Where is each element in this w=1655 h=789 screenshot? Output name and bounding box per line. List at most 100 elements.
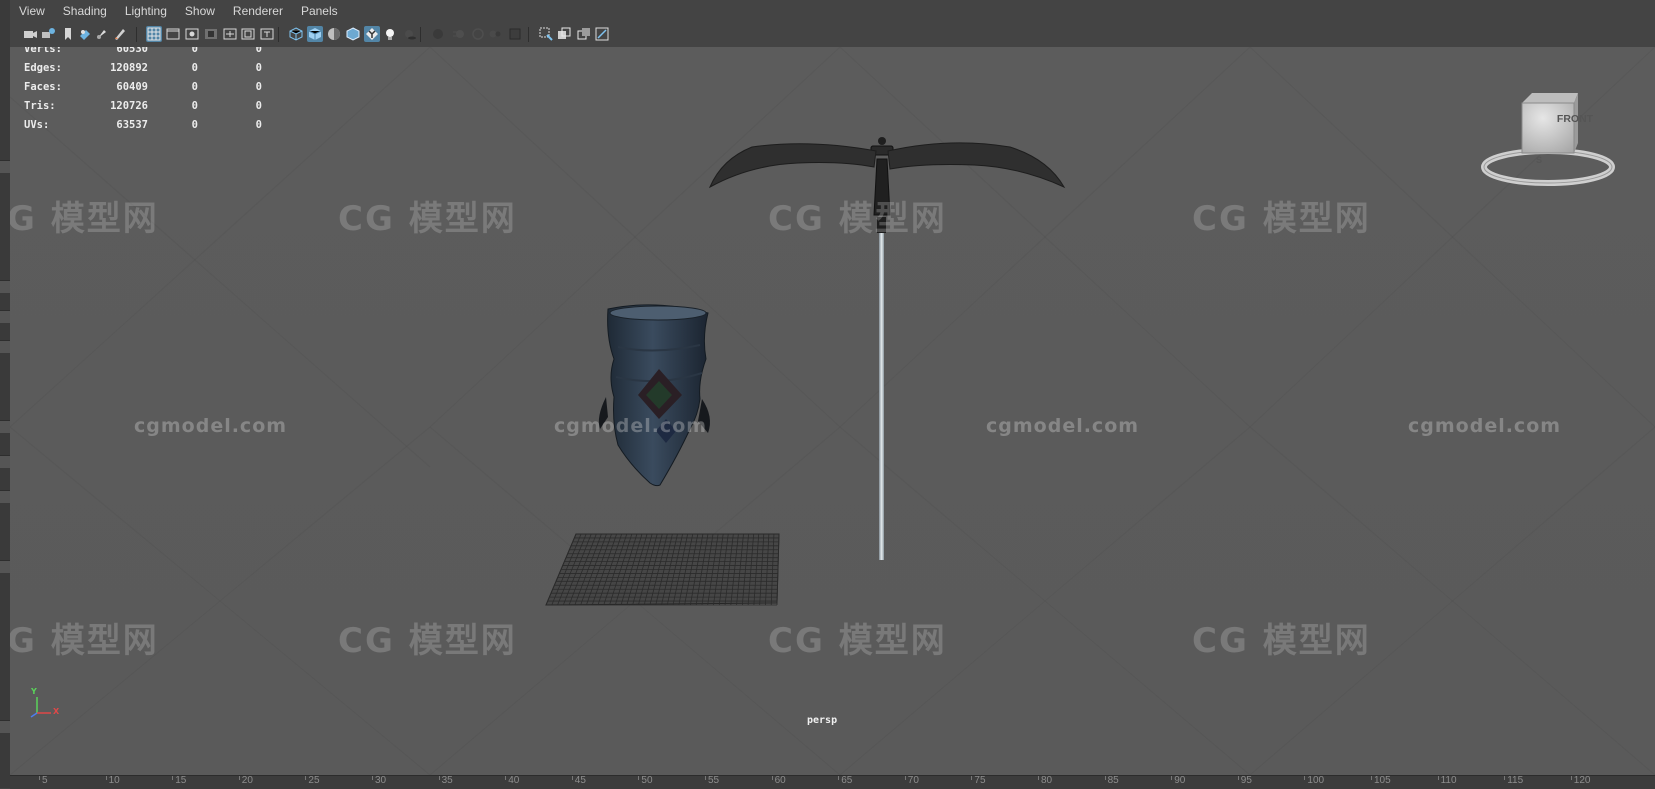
bookmark-icon[interactable] bbox=[60, 26, 76, 42]
screen-space-ao-icon[interactable] bbox=[430, 26, 446, 42]
shelf-tab[interactable] bbox=[0, 340, 10, 353]
safe-title-icon[interactable] bbox=[259, 26, 275, 42]
time-slider-ruler[interactable]: 5 10 15 20 25 30 35 40 45 50 55 60 65 70 75 80 85 90 95 100… bbox=[10, 775, 1655, 789]
hud-label: UVs: bbox=[24, 119, 50, 131]
ruler-tick bbox=[39, 776, 40, 780]
shelf-tab[interactable] bbox=[0, 720, 10, 733]
panel-menu-bar: View Shading Lighting Show Renderer Panels bbox=[10, 0, 1655, 22]
watermark-url: cgmodel.com bbox=[554, 415, 708, 437]
textured-icon[interactable] bbox=[364, 26, 380, 42]
shelf-tab[interactable] bbox=[0, 310, 10, 323]
menu-lighting[interactable]: Lighting bbox=[116, 0, 176, 22]
hud-component-count: 0 bbox=[255, 47, 262, 55]
ruler-tick bbox=[1437, 776, 1439, 780]
shelf-tab[interactable] bbox=[0, 420, 10, 433]
xray-active-components-icon[interactable] bbox=[556, 26, 572, 42]
hud-component-count: 0 bbox=[255, 119, 262, 131]
menu-show[interactable]: Show bbox=[176, 0, 224, 22]
shadows-icon[interactable] bbox=[402, 26, 418, 42]
ruler-tick bbox=[1304, 776, 1306, 780]
field-chart-icon[interactable] bbox=[222, 26, 238, 42]
ruler-frame-number: 110 bbox=[1440, 775, 1457, 786]
grid-icon[interactable] bbox=[146, 26, 162, 42]
ruler-frame-number: 115 bbox=[1507, 775, 1524, 786]
grease-pencil-icon[interactable] bbox=[112, 26, 128, 42]
ruler-tick bbox=[105, 776, 107, 780]
film-gate-icon[interactable] bbox=[165, 26, 181, 42]
3d-viewport[interactable]: CG 模型网 CG 模型网 CG 模型网 CG 模型网 CG 模型网 CG 模型网 CG 模… bbox=[10, 47, 1655, 775]
exposure-icon[interactable] bbox=[594, 26, 610, 42]
use-all-lights-icon[interactable] bbox=[382, 26, 398, 42]
ruler-frame-number: 120 bbox=[1573, 775, 1591, 786]
shelf-tab[interactable] bbox=[0, 455, 10, 468]
shelf-tab[interactable] bbox=[0, 280, 10, 293]
shelf-tab[interactable] bbox=[0, 490, 10, 503]
hud-selected-count: 0 bbox=[191, 81, 198, 93]
ruler-tick bbox=[705, 776, 706, 780]
scene-render bbox=[10, 47, 1655, 775]
multisample-aa-icon[interactable] bbox=[470, 26, 486, 42]
shelf-tab[interactable] bbox=[0, 160, 10, 173]
panel-toolbar bbox=[10, 22, 1655, 48]
shelf-tab[interactable] bbox=[0, 560, 10, 573]
ruler-tick bbox=[1038, 776, 1039, 780]
motion-blur-icon[interactable] bbox=[451, 26, 467, 42]
2d-pan-zoom-icon[interactable] bbox=[94, 26, 110, 42]
ruler-tick bbox=[305, 776, 307, 780]
maya-viewport-panel: View Shading Lighting Show Renderer Panels bbox=[0, 0, 1655, 789]
hud-selected-count: 0 bbox=[191, 119, 198, 131]
hud-component-count: 0 bbox=[255, 100, 262, 112]
select-camera-icon[interactable] bbox=[22, 26, 38, 42]
menu-view[interactable]: View bbox=[10, 0, 54, 22]
ruler-tick bbox=[1104, 776, 1106, 780]
hud-object-count: 120892 bbox=[110, 62, 148, 74]
xray-icon[interactable] bbox=[507, 26, 523, 42]
ruler-tick bbox=[638, 776, 640, 780]
hud-object-count: 60530 bbox=[116, 47, 148, 55]
ruler-frame-number: 85 bbox=[1107, 775, 1119, 786]
image-plane-icon[interactable] bbox=[77, 26, 93, 42]
ruler-tick bbox=[505, 776, 507, 780]
resolution-gate-icon[interactable] bbox=[184, 26, 200, 42]
ruler-frame-number: 80 bbox=[1041, 775, 1053, 786]
smooth-shade-icon[interactable] bbox=[307, 26, 323, 42]
camera-attributes-icon[interactable] bbox=[40, 26, 56, 42]
ruler-frame-number: 10 bbox=[108, 775, 120, 786]
default-material-icon[interactable] bbox=[326, 26, 342, 42]
hud-object-count: 63537 bbox=[116, 119, 148, 131]
view-cube-front-label[interactable]: FRONT bbox=[1549, 113, 1601, 125]
safe-action-icon[interactable] bbox=[240, 26, 256, 42]
hud-selected-count: 0 bbox=[191, 62, 198, 74]
ruler-frame-number: 40 bbox=[508, 775, 520, 786]
grid-plane-model bbox=[545, 533, 780, 606]
menu-renderer[interactable]: Renderer bbox=[224, 0, 292, 22]
ruler-tick bbox=[238, 776, 240, 780]
xray-joints-icon[interactable] bbox=[576, 26, 592, 42]
ruler-tick bbox=[904, 776, 906, 780]
wireframe-icon[interactable] bbox=[288, 26, 304, 42]
watermark-cn: CG 模型网 bbox=[1192, 199, 1371, 239]
watermark-url: cgmodel.com bbox=[986, 415, 1140, 437]
ruler-frame-number: 105 bbox=[1374, 775, 1391, 786]
toolbar-separator bbox=[528, 27, 529, 42]
hud-component-count: 0 bbox=[255, 62, 262, 74]
watermark-url: cgmodel.com bbox=[134, 415, 288, 437]
ruler-frame-number: 35 bbox=[441, 775, 453, 786]
watermark-cn: CG 模型网 bbox=[1192, 621, 1371, 661]
ruler-frame-number: 25 bbox=[308, 775, 320, 786]
menu-shading[interactable]: Shading bbox=[54, 0, 116, 22]
ruler-tick bbox=[771, 776, 773, 780]
wireframe-on-shaded-icon[interactable] bbox=[345, 26, 361, 42]
gate-mask-icon[interactable] bbox=[203, 26, 219, 42]
view-cube-south-label[interactable]: S bbox=[1536, 155, 1542, 165]
ruler-tick bbox=[372, 776, 373, 780]
ruler-tick bbox=[571, 776, 573, 780]
hud-selected-count: 0 bbox=[191, 47, 198, 55]
ruler-frame-number: 60 bbox=[774, 775, 786, 786]
isolate-select-icon[interactable] bbox=[538, 26, 554, 42]
menu-panels[interactable]: Panels bbox=[292, 0, 347, 22]
toolbar-separator bbox=[278, 27, 279, 42]
hud-label: Verts: bbox=[24, 47, 62, 55]
depth-of-field-icon[interactable] bbox=[487, 26, 503, 42]
ruler-frame-number: 30 bbox=[375, 775, 387, 786]
